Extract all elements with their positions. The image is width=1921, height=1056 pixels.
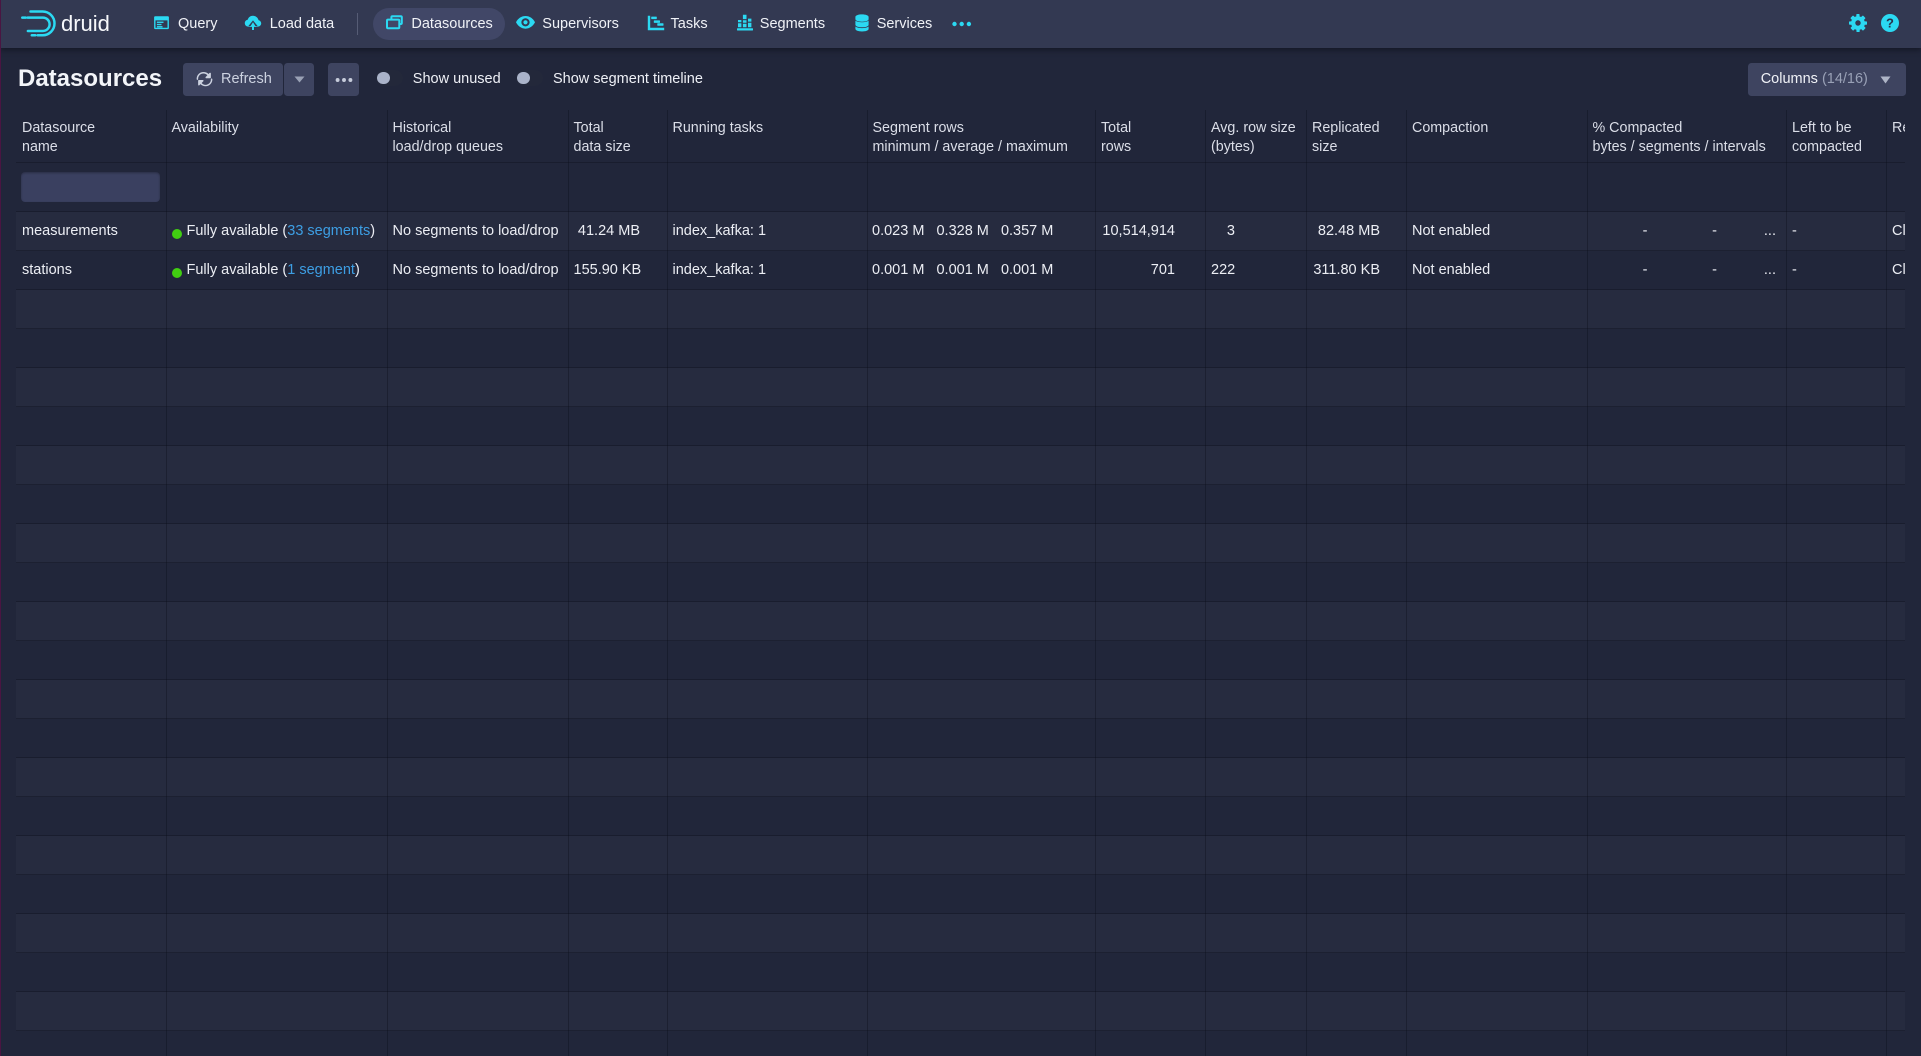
svg-text:?: ? xyxy=(1886,15,1894,30)
